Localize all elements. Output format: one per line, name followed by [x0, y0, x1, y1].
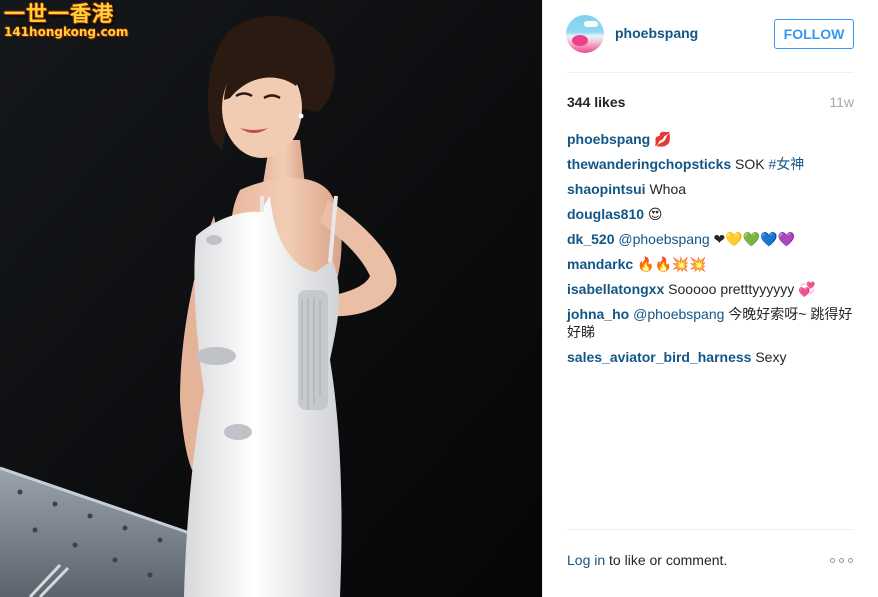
post-stats: 344 likes 11w: [567, 94, 854, 112]
comment-item: shaopintsui Whoa: [567, 180, 854, 198]
avatar-cloud-shape: [584, 21, 598, 27]
comment-text: Sooooo pretttyyyyyy 💞: [664, 281, 816, 297]
comment-item: isabellatongxx Sooooo pretttyyyyyy 💞: [567, 280, 854, 298]
avatar[interactable]: [566, 15, 604, 53]
comment-item: mandarkc 🔥🔥💥💥: [567, 255, 854, 273]
post-photo[interactable]: 一世一香港 141hongkong.com: [0, 0, 542, 597]
comment-text: SOK: [731, 156, 769, 172]
follow-button[interactable]: FOLLOW: [774, 19, 854, 49]
login-link[interactable]: Log in: [567, 552, 605, 568]
comment-item: thewanderingchopsticks SOK #女神: [567, 155, 854, 173]
comment-username[interactable]: shaopintsui: [567, 181, 646, 197]
comment-username[interactable]: isabellatongxx: [567, 281, 664, 297]
username-link[interactable]: phoebspang: [615, 25, 698, 41]
comment-text: ❤💛💚💙💜: [709, 231, 796, 247]
comment-text: Sexy: [751, 349, 787, 365]
avatar-float-shape: [572, 35, 588, 46]
comments-list: phoebspang 💋 thewanderingchopsticks SOK …: [567, 130, 854, 373]
comment-username[interactable]: dk_520: [567, 231, 614, 247]
header-divider: [567, 72, 854, 73]
comment-username[interactable]: douglas810: [567, 206, 644, 222]
comment-item: phoebspang 💋: [567, 130, 854, 148]
watermark-url-text: 141hongkong.com: [4, 25, 129, 39]
post-info-panel: phoebspang FOLLOW 344 likes 11w phoebspa…: [542, 0, 878, 597]
photo-illustration: [0, 0, 542, 597]
comment-username[interactable]: johna_ho: [567, 306, 629, 322]
comment-item: johna_ho @phoebspang 今晚好索呀~ 跳得好好睇: [567, 305, 854, 341]
more-options-icon[interactable]: [830, 558, 854, 564]
post-header: phoebspang FOLLOW: [543, 0, 878, 70]
comment-text: 😍: [644, 206, 663, 222]
footer-divider: [567, 529, 854, 530]
watermark-chinese-text: 一世一香港: [4, 2, 114, 26]
post-footer: Log in to like or comment.: [567, 552, 854, 572]
comment-item: dk_520 @phoebspang ❤💛💚💙💜: [567, 230, 854, 248]
comment-text: 💋: [650, 131, 672, 147]
comment-text: 🔥🔥💥💥: [633, 256, 707, 272]
comment-item: sales_aviator_bird_harness Sexy: [567, 348, 854, 366]
comment-username[interactable]: sales_aviator_bird_harness: [567, 349, 751, 365]
watermark-logo: 一世一香港 141hongkong.com: [4, 2, 129, 39]
hashtag-link[interactable]: #女神: [769, 156, 805, 172]
comment-username[interactable]: thewanderingchopsticks: [567, 156, 731, 172]
mention-link[interactable]: @phoebspang: [629, 306, 724, 322]
likes-count[interactable]: 344 likes: [567, 94, 625, 110]
login-prompt-text: to like or comment.: [605, 552, 728, 568]
comment-username[interactable]: phoebspang: [567, 131, 650, 147]
post-time-ago[interactable]: 11w: [829, 94, 854, 110]
comment-item: douglas810 😍: [567, 205, 854, 223]
comment-text: Whoa: [645, 181, 687, 197]
comment-username[interactable]: mandarkc: [567, 256, 633, 272]
mention-link[interactable]: @phoebspang: [614, 231, 709, 247]
